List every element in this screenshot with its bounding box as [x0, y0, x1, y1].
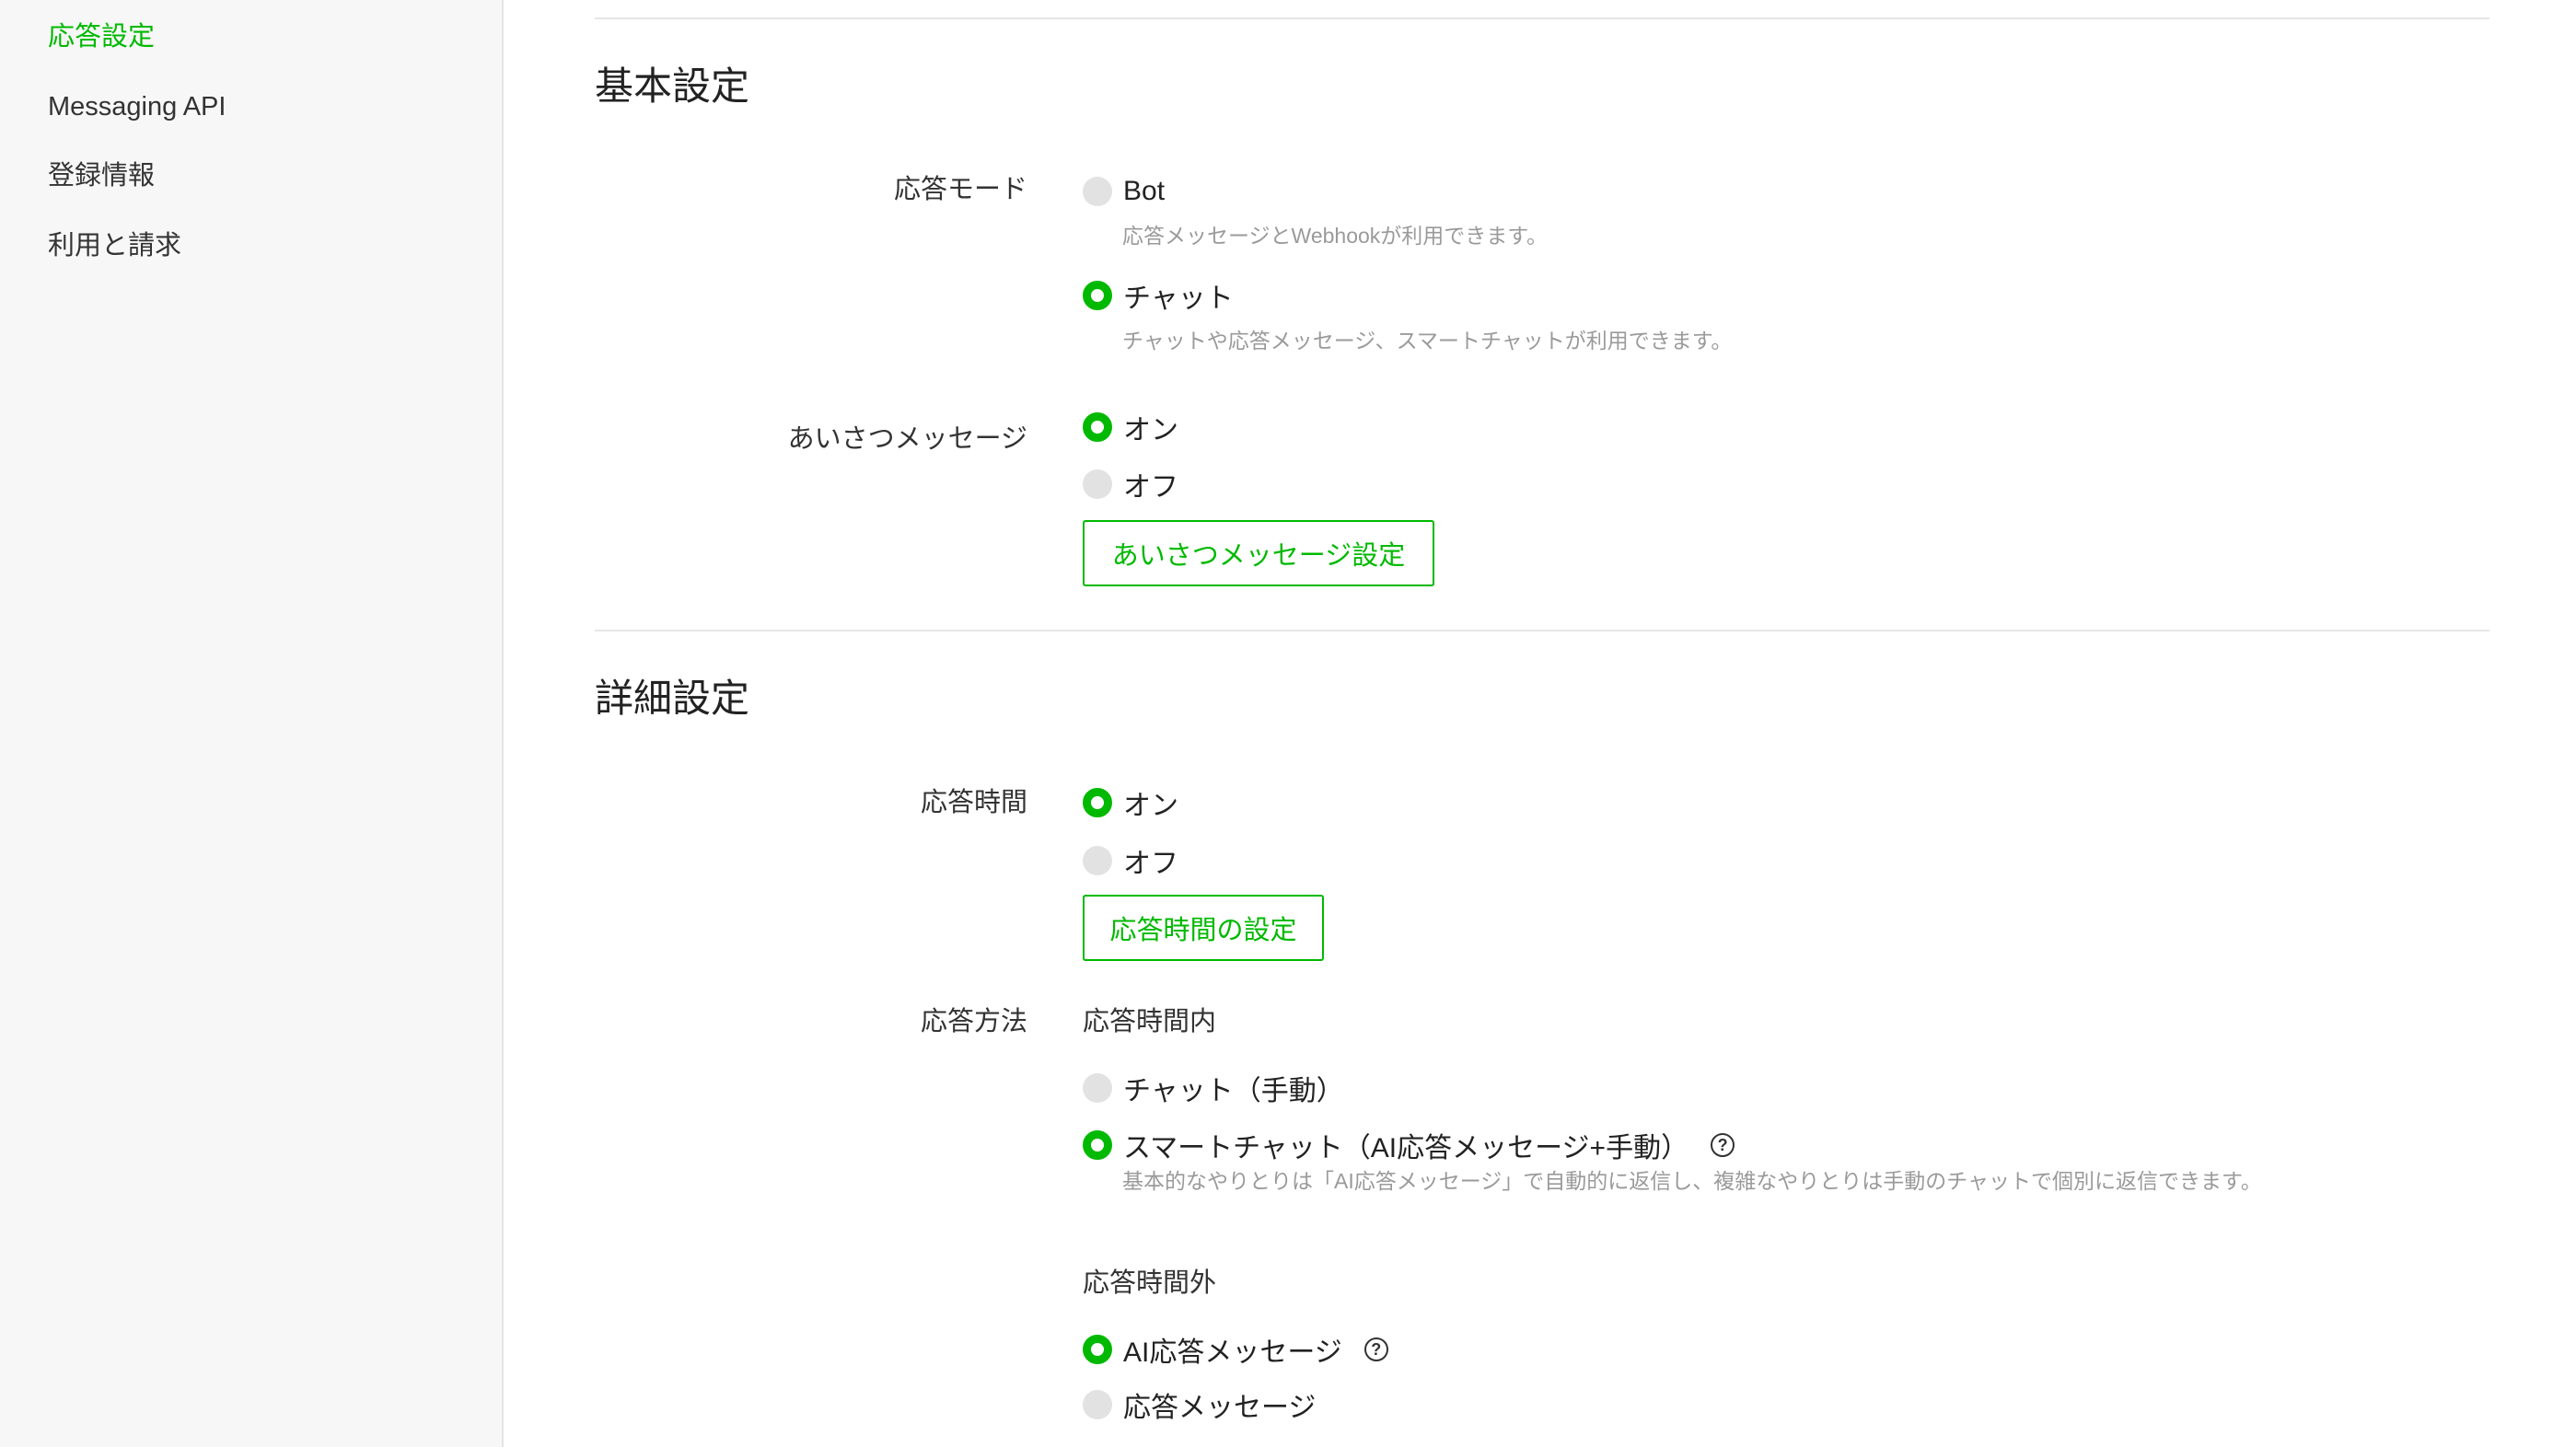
question-circle-icon[interactable]: ?: [1363, 1337, 1388, 1361]
radio-bot[interactable]: Bot: [1083, 173, 1165, 210]
advanced-settings-title: 詳細設定: [595, 677, 750, 720]
radio-chat-manual[interactable]: チャット（手動）: [1083, 1070, 1344, 1106]
radio-chat-manual-indicator: [1083, 1073, 1112, 1103]
radio-hours-on[interactable]: オン: [1083, 784, 1178, 821]
radio-hours-on-indicator: [1083, 788, 1112, 817]
radio-greeting-on-label: オン: [1123, 415, 1178, 446]
basic-settings-title: 基本設定: [595, 64, 750, 108]
radio-auto-response-indicator: [1083, 1390, 1112, 1419]
radio-chat-description: チャットや応答メッセージ、スマートチャットが利用できます。: [1122, 329, 1733, 353]
radio-ai-response-label: AI応答メッセージ: [1123, 1337, 1342, 1368]
radio-ai-response-indicator: [1083, 1335, 1112, 1364]
response-method-label: 応答方法: [920, 1007, 1027, 1036]
sidebar-item-usage-billing[interactable]: 利用と請求: [48, 227, 181, 264]
radio-greeting-off-indicator: [1083, 469, 1112, 499]
radio-smart-chat[interactable]: スマートチャット（AI応答メッセージ+手動） ?: [1083, 1127, 1735, 1163]
radio-greeting-off-label: オフ: [1123, 472, 1178, 503]
radio-auto-response[interactable]: 応答メッセージ: [1083, 1386, 1316, 1423]
question-circle-icon[interactable]: ?: [1711, 1133, 1735, 1157]
radio-chat-manual-label: チャット（手動）: [1123, 1076, 1344, 1106]
radio-hours-off-label: オフ: [1123, 849, 1178, 879]
radio-hours-off-indicator: [1083, 846, 1112, 875]
sidebar: 応答設定 Messaging API 登録情報 利用と請求: [0, 0, 504, 1447]
radio-auto-response-label: 応答メッセージ: [1123, 1393, 1317, 1423]
sidebar-item-registration-info[interactable]: 登録情報: [48, 157, 155, 194]
response-hours-label: 応答時間: [920, 788, 1027, 817]
sidebar-item-messaging-api[interactable]: Messaging API: [48, 88, 226, 125]
greeting-message-label: あいさつメッセージ: [787, 424, 1027, 454]
radio-smart-chat-indicator: [1083, 1130, 1112, 1160]
radio-bot-description: 応答メッセージとWebhookが利用できます。: [1122, 224, 1548, 248]
response-hours-settings-button[interactable]: 応答時間の設定: [1083, 895, 1324, 961]
section-divider: [595, 630, 2489, 631]
radio-chat-label: チャット: [1123, 284, 1234, 314]
radio-greeting-on-indicator: [1083, 412, 1112, 442]
radio-hours-on-label: オン: [1123, 791, 1178, 821]
response-mode-label: 応答モード: [893, 175, 1027, 204]
radio-greeting-off[interactable]: オフ: [1083, 466, 1178, 503]
within-hours-heading: 応答時間内: [1083, 1007, 1217, 1036]
radio-smart-chat-label: スマートチャット（AI応答メッセージ+手動）: [1123, 1133, 1689, 1163]
radio-chat[interactable]: チャット: [1083, 277, 1234, 314]
greeting-settings-button[interactable]: あいさつメッセージ設定: [1083, 520, 1434, 586]
radio-bot-label: Bot: [1123, 176, 1166, 206]
smart-chat-description: 基本的なやりとりは「AI応答メッセージ」で自動的に返信し、複雑なやりとりは手動の…: [1122, 1169, 2262, 1193]
radio-chat-indicator: [1083, 281, 1112, 310]
radio-greeting-on[interactable]: オン: [1083, 409, 1178, 446]
radio-ai-response[interactable]: AI応答メッセージ ?: [1083, 1331, 1388, 1368]
sidebar-item-response-settings[interactable]: 応答設定: [48, 18, 155, 55]
outside-hours-heading: 応答時間外: [1083, 1268, 1217, 1298]
radio-bot-indicator: [1083, 177, 1112, 206]
top-divider: [595, 17, 2489, 19]
radio-hours-off[interactable]: オフ: [1083, 842, 1178, 879]
